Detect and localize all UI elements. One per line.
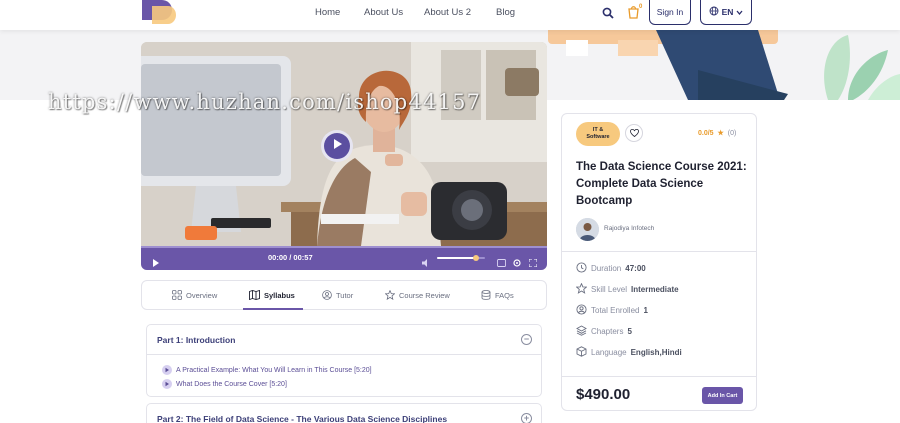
part-1-title: Part 1: Introduction (157, 334, 236, 345)
meta-total-enrolled: Total Enrolled 1 (576, 304, 648, 317)
logo[interactable] (140, 0, 176, 24)
volume-icon[interactable] (422, 254, 430, 270)
rating-count: (0) (727, 130, 737, 137)
course-video-player[interactable]: 00:00 / 00:57 (141, 42, 547, 270)
chevron-down-icon (736, 7, 743, 17)
layers-icon (576, 325, 587, 338)
rating-star-icon: ★ (717, 130, 724, 137)
tab-course-review[interactable]: Course Review (384, 281, 450, 310)
meta-chapters: Chapters 5 (576, 325, 632, 338)
course-title: The Data Science Course 2021: Complete D… (576, 161, 747, 207)
video-progress-track[interactable] (141, 246, 547, 248)
video-time: 00:00 / 00:57 (268, 253, 313, 262)
lesson-item[interactable]: What Does the Course Cover [5:20] (162, 377, 541, 391)
course-tabs: Overview Syllabus Tutor Course Review FA… (141, 280, 547, 310)
cube-icon (576, 346, 587, 359)
lesson-title: A Practical Example: What You Will Learn… (176, 366, 372, 374)
fullscreen-icon[interactable] (528, 254, 538, 270)
category-line-2: Software (586, 134, 610, 140)
tab-tutor[interactable]: Tutor (322, 281, 353, 310)
user-circle-icon (322, 289, 332, 302)
meta-language-label: Language (591, 348, 627, 357)
tab-tutor-label: Tutor (336, 291, 354, 300)
volume-fill (437, 257, 477, 259)
meta-total-enrolled-value: 1 (643, 306, 648, 315)
star-icon (384, 289, 396, 302)
cart-count: 0 (639, 4, 643, 10)
grid-icon (172, 289, 182, 302)
collapse-icon[interactable]: − (521, 334, 532, 345)
heart-icon (629, 124, 639, 142)
card-divider (562, 251, 756, 252)
meta-skill-level-label: Skill Level (591, 285, 628, 294)
volume-slider[interactable] (437, 255, 485, 261)
lesson-title: What Does the Course Cover [5:20] (176, 380, 287, 388)
card-divider (562, 376, 756, 377)
part-1-header[interactable]: Part 1: Introduction − (147, 325, 541, 354)
active-tab-indicator (243, 308, 303, 310)
lesson-play-icon (162, 365, 172, 375)
video-control-bar: 00:00 / 00:57 (141, 246, 547, 270)
map-icon (249, 289, 260, 302)
lesson-item[interactable]: A Practical Example: What You Will Learn… (162, 363, 541, 377)
lesson-play-icon (162, 379, 172, 389)
category-line-1: IT & (592, 127, 604, 133)
play-icon (330, 137, 344, 156)
meta-duration-label: Duration (591, 264, 622, 273)
course-price: $490.00 (576, 386, 631, 403)
meta-skill-level-value: Intermediate (631, 285, 679, 294)
nav-about-us[interactable]: About Us (364, 7, 403, 18)
settings-icon[interactable] (513, 254, 521, 270)
tab-course-review-label: Course Review (399, 291, 450, 300)
nav-home[interactable]: Home (315, 7, 340, 18)
author-name[interactable]: Rajodiya Infotech (604, 225, 654, 232)
nav-blog[interactable]: Blog (496, 7, 515, 18)
meta-language: Language English,Hindi (576, 346, 682, 359)
database-icon (481, 289, 491, 302)
expand-icon[interactable]: + (521, 413, 532, 423)
course-info-card: IT & Software 0.0/5 ★ (0) The Data Scien… (561, 113, 757, 411)
hero-illustration (548, 30, 900, 100)
wishlist-button[interactable] (625, 124, 643, 142)
course-rating: 0.0/5 ★ (0) (698, 129, 736, 137)
meta-skill-level: Skill Level Intermediate (575, 282, 679, 296)
play-button[interactable] (321, 130, 353, 162)
part-2-title: Part 2: The Field of Data Science - The … (157, 413, 448, 423)
nav-about-us-2[interactable]: About Us 2 (424, 7, 471, 18)
meta-total-enrolled-label: Total Enrolled (591, 306, 640, 315)
meta-duration: Duration 47:00 (576, 262, 646, 275)
meta-duration-value: 47:00 (625, 264, 646, 273)
language-label: EN (721, 7, 734, 17)
users-icon (576, 304, 587, 317)
clock-icon (576, 262, 587, 275)
search-icon[interactable] (602, 6, 614, 24)
syllabus-part-2: Part 2: The Field of Data Science - The … (146, 403, 542, 423)
tab-syllabus-label: Syllabus (264, 291, 295, 300)
language-selector[interactable]: EN (700, 0, 752, 25)
tab-overview-label: Overview (186, 291, 218, 300)
tab-faqs-label: FAQs (495, 291, 514, 300)
rating-value: 0.0/5 (698, 130, 714, 137)
volume-knob[interactable] (473, 255, 480, 261)
sign-in-button[interactable]: Sign In (649, 0, 691, 25)
top-navbar: Home About Us About Us 2 Blog 0 Sign In … (0, 0, 900, 30)
add-to-cart-button[interactable]: Add In Cart (702, 387, 743, 404)
meta-chapters-value: 5 (627, 327, 632, 336)
play-small-icon[interactable] (152, 254, 160, 270)
watermark-url: https://www.huzhan.com/ishop44157 (48, 90, 482, 114)
author-avatar[interactable] (576, 218, 599, 241)
captions-icon[interactable] (497, 254, 506, 270)
meta-chapters-label: Chapters (591, 327, 624, 336)
category-badge[interactable]: IT & Software (576, 122, 620, 146)
meta-language-value: English,Hindi (630, 348, 682, 357)
syllabus-part-1: Part 1: Introduction − A Practical Examp… (146, 324, 542, 397)
tab-faqs[interactable]: FAQs (481, 281, 514, 310)
tab-syllabus[interactable]: Syllabus (249, 281, 295, 310)
star-outline-icon (575, 282, 588, 296)
part-1-lessons: A Practical Example: What You Will Learn… (147, 354, 541, 396)
part-2-header[interactable]: Part 2: The Field of Data Science - The … (147, 404, 541, 423)
tab-overview[interactable]: Overview (172, 281, 217, 310)
globe-icon (709, 6, 719, 18)
